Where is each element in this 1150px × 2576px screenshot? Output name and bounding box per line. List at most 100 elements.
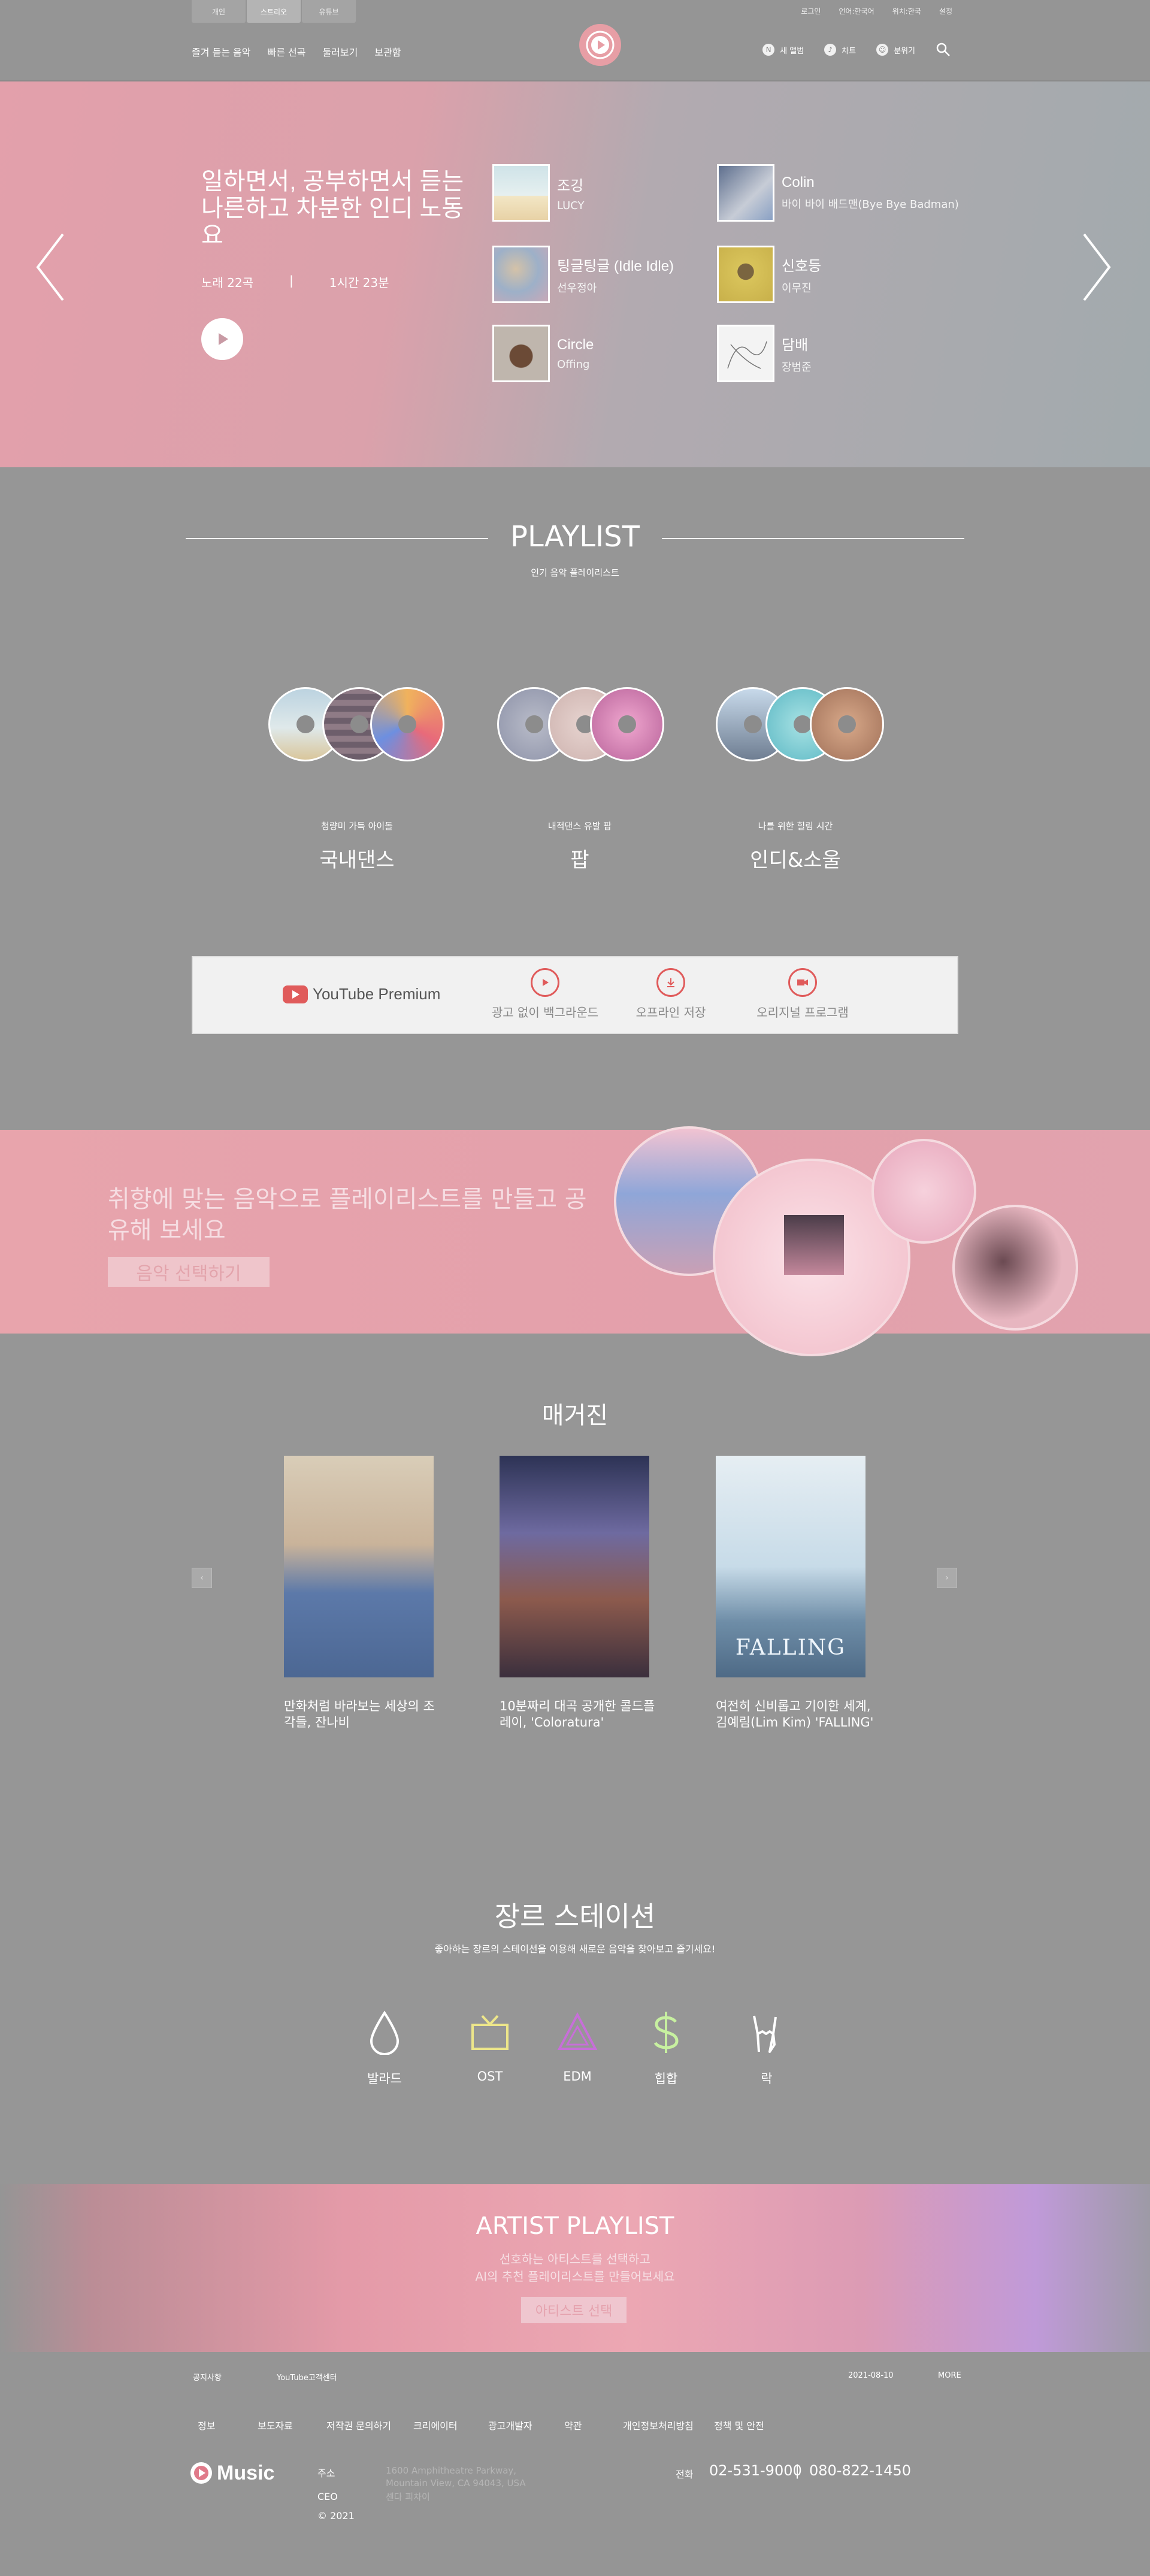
address-line: 1600 Amphitheatre Parkway, [386, 2465, 517, 2476]
magazine-prev-button[interactable]: ‹ [192, 1568, 212, 1588]
music-logo[interactable] [579, 24, 621, 66]
genre-label: 힙합 [654, 2072, 678, 2086]
notice-text[interactable]: YouTube고객센터 [277, 2371, 337, 2383]
language-link[interactable]: 언어:한국어 [839, 6, 874, 16]
utility-links: 로그인 언어:한국어 위치:한국 설정 [801, 6, 952, 16]
genre-hiphop[interactable]: 힙합 [630, 2010, 702, 2087]
footer-link[interactable]: 개인정보처리방침 [623, 2418, 694, 2432]
hero-banner: 일하면서, 공부하면서 듣는 나른하고 차분한 인디 노동요 노래 22곡 | … [0, 81, 1150, 467]
playlist-name[interactable]: 인디&소울 [706, 843, 885, 873]
track-item[interactable]: 조깅 LUCY [492, 163, 744, 223]
playlist-title: PLAYLIST [510, 520, 640, 554]
tab-studio[interactable]: 스트리오 [247, 0, 301, 23]
footer-link[interactable]: 정보 [198, 2418, 215, 2432]
magazine-cover[interactable] [284, 1456, 434, 1677]
nav-browse[interactable]: 둘러보기 [322, 44, 358, 59]
track-item[interactable]: Circle Offing [492, 323, 744, 383]
location-link[interactable]: 위치:한국 [892, 6, 921, 16]
track-item[interactable]: 담배 장범준 [717, 323, 969, 383]
footer-link[interactable]: 약관 [564, 2418, 582, 2432]
genre-label: 락 [761, 2072, 773, 2086]
footer-link[interactable]: 보도자료 [258, 2418, 293, 2432]
phone-separator: | [795, 2462, 800, 2479]
track-title: Circle [557, 336, 594, 353]
nav-charts[interactable]: ♪ 차트 [824, 44, 856, 56]
play-circle-icon [531, 968, 559, 997]
select-artist-button[interactable]: 아티스트 선택 [521, 2297, 627, 2323]
play-logo-icon [586, 31, 615, 59]
genre-label: EDM [563, 2069, 592, 2084]
nav-library[interactable]: 보관함 [374, 44, 401, 59]
yt-feature: 오리지널 프로그램 [725, 968, 880, 1020]
genre-rock[interactable]: 락 [731, 2010, 803, 2087]
more-link[interactable]: MORE [938, 2371, 961, 2380]
magazine-caption[interactable]: 10분짜리 대곡 공개한 콜드플레이, 'Coloratura' [500, 1698, 661, 1731]
youtube-premium-logo: YouTube Premium [283, 985, 440, 1003]
hero-prev-icon[interactable] [33, 231, 69, 303]
playlist-disc[interactable] [590, 687, 664, 761]
track-item[interactable]: 팅글팅글 (Idle Idle) 선우정아 [492, 244, 744, 304]
album-art [492, 246, 550, 303]
sketch-art-icon [727, 341, 767, 369]
album-art [492, 164, 550, 222]
brand-name: Music [217, 2461, 275, 2484]
cover-text: FALLING [735, 1635, 846, 1660]
playlist-subtitle: 인기 음악 플레이리스트 [531, 567, 619, 578]
track-item[interactable]: Colin 바이 바이 배드맨(Bye Bye Badman) [717, 163, 969, 223]
artist-line2: AI의 추천 플레이리스트를 만들어보세요 [475, 2269, 675, 2284]
footer-link[interactable]: 크리에이터 [413, 2418, 458, 2432]
tab-youtube[interactable]: 유튜브 [302, 0, 356, 23]
footer-brand[interactable]: Music [189, 2461, 274, 2485]
mood-icon: ☺ [876, 44, 889, 56]
hero-play-button[interactable] [201, 318, 243, 360]
album-art [717, 246, 774, 303]
magazine-caption[interactable]: 여전히 신비롭고 기이한 세계, 김예림(Lim Kim) 'FALLING' [716, 1698, 877, 1731]
settings-link[interactable]: 설정 [939, 6, 952, 16]
nav-charts-label: 차트 [842, 46, 857, 56]
playlist-name[interactable]: 국내댄스 [267, 843, 447, 873]
nav-mood[interactable]: ☺ 분위기 [876, 44, 915, 56]
brand-logo-icon [190, 2462, 212, 2484]
create-title: 취향에 맞는 음악으로 플레이리스트를 만들고 공유해 보세요 [108, 1186, 587, 1244]
magazine-next-button[interactable]: › [937, 1568, 957, 1588]
nav-quick-pick[interactable]: 빠른 선곡 [268, 44, 306, 59]
album-art [717, 325, 774, 382]
download-icon [656, 968, 685, 997]
select-music-button[interactable]: 음악 선택하기 [108, 1257, 270, 1287]
footer-link[interactable]: 정책 및 안전 [714, 2418, 764, 2432]
search-icon[interactable] [936, 42, 951, 58]
magazine-cover[interactable]: FALLING [716, 1456, 865, 1677]
yt-feature-label: 오리지널 프로그램 [756, 1005, 849, 1020]
track-title: Colin [782, 174, 815, 191]
address-line: 센다 피차이 [386, 2492, 430, 2502]
track-item[interactable]: 신호등 이무진 [717, 244, 969, 304]
genre-title: 장르 스테이션 [494, 1900, 656, 1933]
genre-ost[interactable]: OST [454, 2010, 526, 2084]
cube-art [784, 1215, 844, 1275]
login-link[interactable]: 로그인 [801, 6, 821, 16]
tv-icon [471, 2015, 509, 2050]
genre-edm[interactable]: EDM [541, 2010, 613, 2084]
phone-number: 080-822-1450 [809, 2462, 912, 2479]
meta-separator: | [289, 273, 293, 288]
nav-favorites[interactable]: 즐겨 듣는 음악 [192, 44, 251, 59]
phone-label: 전화 [676, 2469, 694, 2480]
footer-link[interactable]: 광고개발자 [488, 2418, 532, 2432]
playlist-disc[interactable] [810, 687, 884, 761]
notice-label[interactable]: 공지사항 [193, 2371, 222, 2383]
track-artist: Offing [557, 358, 590, 371]
playlist-disc[interactable] [370, 687, 444, 761]
magazine-caption[interactable]: 만화처럼 바라보는 세상의 조각들, 잔나비 [284, 1698, 446, 1731]
magazine-cover[interactable] [500, 1456, 649, 1677]
site-footer [0, 2352, 1150, 2576]
nav-new-albums[interactable]: N 새 앨범 [762, 44, 804, 56]
tab-personal[interactable]: 개인 [192, 0, 246, 23]
play-icon [219, 333, 228, 345]
track-title: 신호등 [782, 258, 822, 274]
footer-link[interactable]: 저작권 문의하기 [326, 2418, 391, 2432]
genre-ballad[interactable]: 발라드 [349, 2010, 420, 2087]
youtube-premium-banner[interactable]: YouTube Premium 광고 없이 백그라운드 오프라인 저장 오리지널… [192, 956, 958, 1034]
new-icon: N [762, 44, 775, 56]
playlist-name[interactable]: 팝 [490, 843, 670, 873]
hero-next-icon[interactable] [1078, 231, 1114, 303]
